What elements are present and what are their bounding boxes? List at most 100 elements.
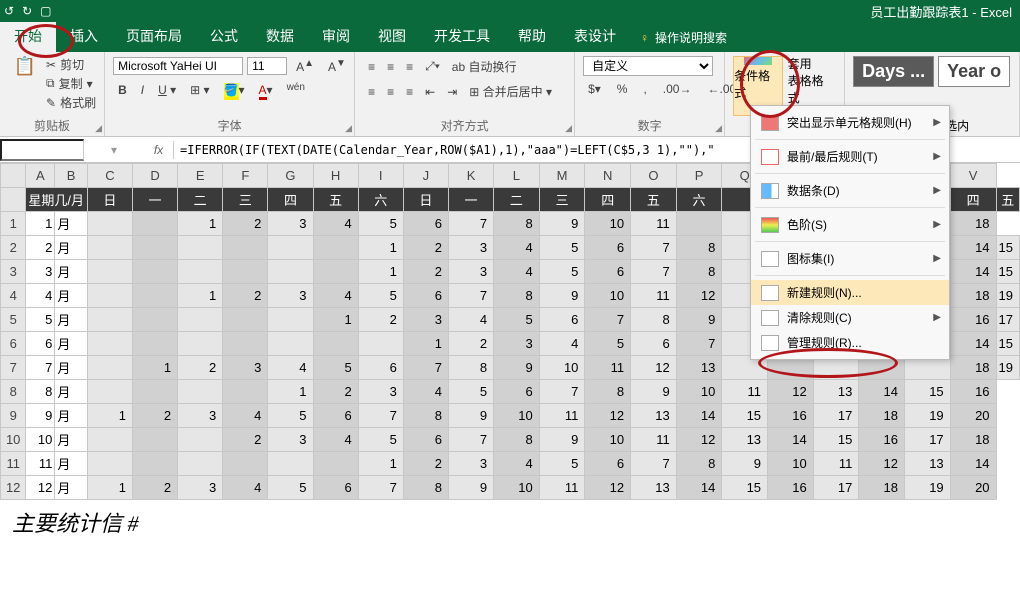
- row-header[interactable]: 2: [1, 236, 26, 260]
- day-cell[interactable]: 4: [494, 452, 540, 476]
- day-cell[interactable]: 2: [132, 404, 177, 428]
- tab-data[interactable]: 数据: [252, 20, 308, 52]
- day-cell[interactable]: 8: [676, 452, 722, 476]
- month-label-cell[interactable]: 月: [55, 308, 87, 332]
- calendar-weekday-cell[interactable]: 二: [494, 188, 540, 212]
- column-header[interactable]: M: [539, 164, 585, 188]
- column-header[interactable]: I: [358, 164, 403, 188]
- day-cell[interactable]: 4: [223, 404, 268, 428]
- day-cell[interactable]: 19: [905, 404, 951, 428]
- alignment-launcher-icon[interactable]: ◢: [565, 123, 572, 134]
- column-header[interactable]: N: [585, 164, 631, 188]
- day-cell[interactable]: 10: [585, 428, 631, 452]
- name-box[interactable]: [0, 139, 84, 161]
- day-cell[interactable]: 18: [950, 428, 996, 452]
- day-cell[interactable]: 16: [768, 476, 814, 500]
- day-cell[interactable]: [87, 452, 132, 476]
- calendar-weekday-cell[interactable]: 四: [585, 188, 631, 212]
- row-header[interactable]: 5: [1, 308, 26, 332]
- day-cell[interactable]: [87, 428, 132, 452]
- day-cell[interactable]: 14: [950, 236, 996, 260]
- day-cell[interactable]: 3: [448, 260, 493, 284]
- month-label-cell[interactable]: 月: [55, 428, 87, 452]
- menu-icon-sets[interactable]: 图标集(I)▶: [751, 246, 949, 271]
- day-cell[interactable]: [132, 260, 177, 284]
- day-cell[interactable]: [223, 260, 268, 284]
- day-cell[interactable]: 8: [676, 236, 722, 260]
- tell-me-search[interactable]: ♀ 操作说明搜索: [630, 23, 737, 52]
- month-label-cell[interactable]: 月: [55, 380, 87, 404]
- day-cell[interactable]: [178, 236, 223, 260]
- day-cell[interactable]: 4: [494, 260, 540, 284]
- day-cell[interactable]: 9: [494, 356, 540, 380]
- column-header[interactable]: P: [676, 164, 722, 188]
- tab-help[interactable]: 帮助: [504, 20, 560, 52]
- day-cell[interactable]: 2: [358, 308, 403, 332]
- day-cell[interactable]: 17: [996, 308, 1019, 332]
- day-cell[interactable]: 1: [313, 308, 358, 332]
- day-cell[interactable]: 2: [403, 260, 448, 284]
- border-button[interactable]: ⊞ ▾: [185, 81, 214, 99]
- calendar-header-cell[interactable]: 星期几/月: [26, 188, 87, 212]
- day-cell[interactable]: 1: [268, 380, 313, 404]
- day-cell[interactable]: [87, 356, 132, 380]
- day-cell[interactable]: 6: [585, 236, 631, 260]
- day-cell[interactable]: 16: [950, 380, 996, 404]
- format-painter-button[interactable]: ✎ 格式刷: [46, 94, 96, 111]
- day-cell[interactable]: 13: [631, 404, 677, 428]
- day-cell[interactable]: 8: [631, 308, 677, 332]
- day-cell[interactable]: [87, 380, 132, 404]
- tab-developer[interactable]: 开发工具: [420, 20, 504, 52]
- day-cell[interactable]: 7: [448, 212, 493, 236]
- day-cell[interactable]: 15: [996, 260, 1019, 284]
- day-cell[interactable]: 5: [358, 428, 403, 452]
- orientation-button[interactable]: ⤢▾: [420, 57, 445, 76]
- day-cell[interactable]: 11: [722, 380, 768, 404]
- day-cell[interactable]: 8: [494, 284, 540, 308]
- day-cell[interactable]: [132, 308, 177, 332]
- day-cell[interactable]: 9: [539, 428, 585, 452]
- day-cell[interactable]: [178, 380, 223, 404]
- column-header[interactable]: J: [403, 164, 448, 188]
- month-label-cell[interactable]: 月: [55, 236, 87, 260]
- day-cell[interactable]: 18: [950, 356, 996, 380]
- menu-new-rule[interactable]: 新建规则(N)...: [751, 280, 949, 305]
- day-cell[interactable]: [313, 452, 358, 476]
- calendar-weekday-cell[interactable]: 五: [313, 188, 358, 212]
- day-cell[interactable]: 17: [813, 404, 859, 428]
- day-cell[interactable]: [178, 308, 223, 332]
- day-cell[interactable]: 7: [539, 380, 585, 404]
- day-cell[interactable]: 19: [996, 356, 1019, 380]
- row-header[interactable]: 9: [1, 404, 26, 428]
- tab-formulas[interactable]: 公式: [196, 20, 252, 52]
- day-cell[interactable]: 5: [585, 332, 631, 356]
- day-cell[interactable]: 16: [859, 428, 905, 452]
- day-cell[interactable]: [223, 308, 268, 332]
- day-cell[interactable]: 15: [722, 476, 768, 500]
- qat-icon[interactable]: ▢: [40, 4, 51, 18]
- day-cell[interactable]: 18: [950, 212, 996, 236]
- phonetic-button[interactable]: wén: [282, 80, 310, 100]
- font-color-button[interactable]: A▾: [254, 81, 278, 99]
- day-cell[interactable]: 15: [905, 380, 951, 404]
- wrap-text-button[interactable]: ab 自动换行: [447, 56, 522, 77]
- day-cell[interactable]: 15: [722, 404, 768, 428]
- day-cell[interactable]: 3: [223, 356, 268, 380]
- menu-manage-rules[interactable]: 管理规则(R)...: [751, 330, 949, 355]
- tab-tabledesign[interactable]: 表设计: [560, 20, 630, 52]
- column-header[interactable]: K: [448, 164, 493, 188]
- day-cell[interactable]: 15: [996, 236, 1019, 260]
- increase-indent-button[interactable]: ⇥: [442, 83, 462, 101]
- calendar-weekday-cell[interactable]: 五: [996, 188, 1019, 212]
- day-cell[interactable]: 12: [585, 476, 631, 500]
- day-cell[interactable]: 8: [403, 476, 448, 500]
- day-cell[interactable]: 2: [403, 452, 448, 476]
- calendar-weekday-cell[interactable]: 日: [403, 188, 448, 212]
- day-cell[interactable]: 8: [585, 380, 631, 404]
- day-cell[interactable]: 5: [313, 356, 358, 380]
- month-number-cell[interactable]: 10: [26, 428, 55, 452]
- day-cell[interactable]: [223, 236, 268, 260]
- column-header[interactable]: V: [950, 164, 996, 188]
- day-cell[interactable]: 1: [132, 356, 177, 380]
- day-cell[interactable]: 7: [631, 236, 677, 260]
